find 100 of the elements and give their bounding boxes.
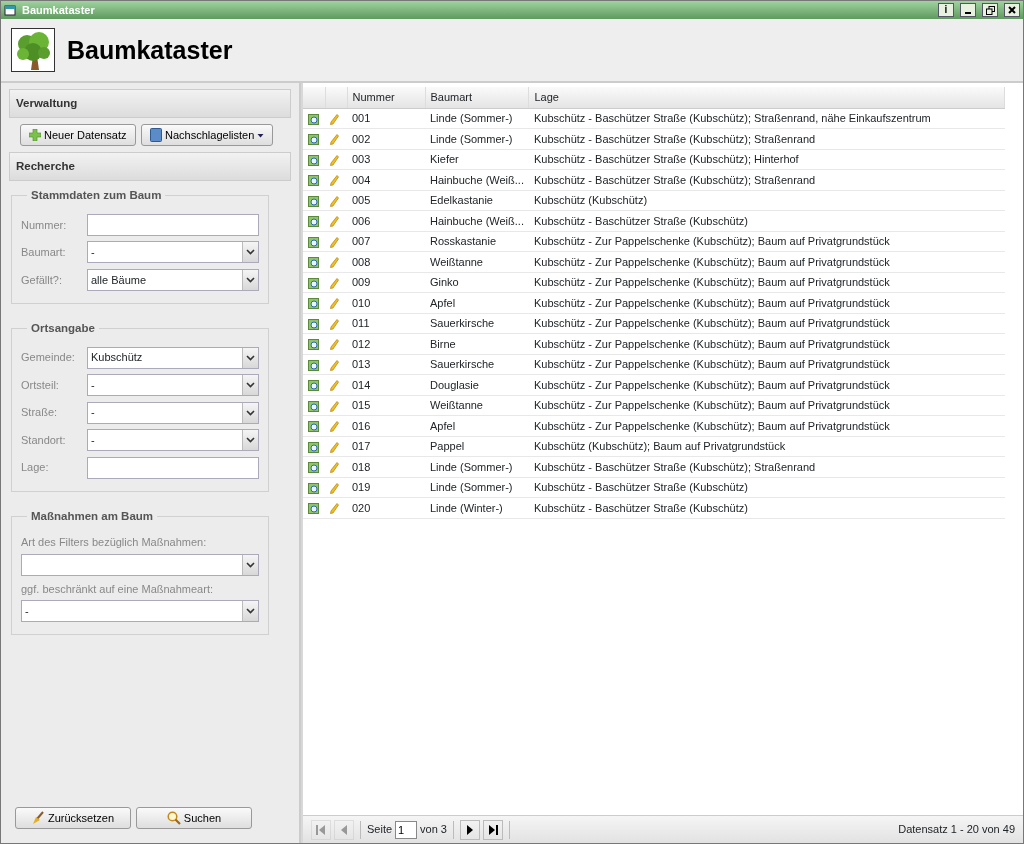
dropdown-field[interactable]: Kubschütz bbox=[87, 346, 259, 369]
table-cell: Kubschütz - Zur Pappelschenke (Kubschütz); Baum auf Privatgrundstück bbox=[528, 395, 1005, 416]
field-label: Standort: bbox=[21, 432, 67, 448]
pencil-icon bbox=[330, 318, 339, 330]
pencil-icon bbox=[330, 421, 339, 433]
column-header bbox=[325, 87, 347, 108]
pencil-icon bbox=[330, 113, 339, 125]
table-cell: Hainbuche (Weiß... bbox=[425, 210, 529, 231]
pencil-icon bbox=[330, 441, 339, 453]
dropdown-field[interactable]: - bbox=[87, 374, 259, 396]
view-record-icon bbox=[308, 277, 319, 289]
table-cell: Kubschütz - Baschützer Straße (Kubschütz) bbox=[528, 477, 1005, 498]
app-title: Baumkataster bbox=[67, 35, 233, 65]
table-cell: 016 bbox=[347, 415, 425, 436]
pencil-icon bbox=[330, 195, 339, 207]
table-cell: Kubschütz - Baschützer Straße (Kubschütz) bbox=[528, 210, 1005, 231]
table-cell: Linde (Sommer-) bbox=[425, 477, 529, 498]
table-cell: 004 bbox=[347, 169, 425, 190]
table-cell: 003 bbox=[347, 149, 425, 170]
table-cell: Sauerkirsche bbox=[425, 313, 529, 334]
table-cell: Kubschütz - Baschützer Straße (Kubschütz); Straßenrand, nähe Einkaufszentrum bbox=[528, 108, 1005, 129]
dropdown-field[interactable]: alle Bäume bbox=[87, 268, 259, 291]
dropdown-field[interactable]: - bbox=[21, 600, 259, 623]
table-cell: 002 bbox=[347, 128, 425, 149]
table-cell: Kubschütz - Zur Pappelschenke (Kubschütz); Baum auf Privatgrundstück bbox=[528, 415, 1005, 436]
view-record-icon bbox=[308, 503, 319, 515]
pencil-icon bbox=[330, 134, 339, 146]
caret-icon bbox=[257, 132, 265, 138]
info-button[interactable]: i bbox=[938, 3, 954, 17]
close-button[interactable] bbox=[1004, 3, 1020, 17]
view-record-icon bbox=[308, 421, 319, 433]
fieldset-title: Ortsangabe bbox=[30, 320, 96, 336]
pencil-icon bbox=[330, 482, 339, 494]
field-label: Baumart: bbox=[21, 245, 67, 260]
table-cell: Kubschütz (Kubschütz); Baum auf Privatgrundstück bbox=[528, 436, 1005, 457]
table-cell: 005 bbox=[347, 190, 425, 211]
window-icon bbox=[4, 4, 16, 16]
dropdown-field[interactable]: - bbox=[87, 241, 259, 264]
table-cell: Kubschütz - Baschützer Straße (Kubschütz); Straßenrand bbox=[528, 128, 1005, 149]
dropdown-field[interactable]: - bbox=[87, 401, 259, 424]
pencil-icon bbox=[330, 359, 339, 371]
table-cell: Linde (Winter-) bbox=[425, 497, 529, 518]
restore-button[interactable] bbox=[982, 3, 998, 17]
view-record-icon bbox=[308, 380, 319, 392]
record-summary: Datensatz 1 - 20 von 49 bbox=[898, 822, 1015, 838]
pencil-icon bbox=[330, 154, 339, 166]
book-icon bbox=[150, 128, 163, 142]
table-cell: Sauerkirsche bbox=[425, 354, 529, 375]
view-record-icon bbox=[308, 134, 319, 146]
table-cell: Kubschütz - Zur Pappelschenke (Kubschütz); Baum auf Privatgrundstück bbox=[528, 251, 1005, 272]
pencil-icon bbox=[330, 380, 339, 392]
page-input[interactable]: 1 bbox=[395, 820, 418, 839]
view-record-icon bbox=[308, 236, 319, 248]
table-cell: 013 bbox=[347, 354, 425, 375]
toolbar-button[interactable]: Neuer Datensatz bbox=[20, 123, 136, 147]
page-label: Seite bbox=[367, 822, 393, 838]
column-header: Baumart bbox=[425, 87, 529, 108]
column-header: Nummer bbox=[347, 87, 425, 108]
view-record-icon bbox=[308, 113, 319, 125]
table-cell: 008 bbox=[347, 251, 425, 272]
view-record-icon bbox=[308, 482, 319, 494]
table-cell: 012 bbox=[347, 333, 425, 354]
action-button[interactable]: Zurücksetzen bbox=[14, 806, 131, 829]
table-cell: 011 bbox=[347, 313, 425, 334]
table-cell: 017 bbox=[347, 436, 425, 457]
field-label: Gemeinde: bbox=[21, 350, 76, 366]
toolbar-button[interactable]: Nachschlagelisten bbox=[141, 123, 274, 147]
pencil-icon bbox=[330, 257, 339, 269]
view-record-icon bbox=[308, 318, 319, 330]
table-cell: Kubschütz - Baschützer Straße (Kubschütz); Straßenrand bbox=[528, 456, 1005, 477]
action-button[interactable]: Suchen bbox=[136, 806, 252, 829]
fieldset-title: Stammdaten zum Baum bbox=[30, 188, 163, 203]
field-label: ggf. beschränkt auf eine Maßnahmeart: bbox=[21, 582, 214, 597]
pencil-icon bbox=[330, 462, 339, 474]
page-count: von 3 bbox=[420, 822, 447, 838]
input-field[interactable] bbox=[87, 456, 259, 479]
table-cell: Kubschütz - Zur Pappelschenke (Kubschütz); Baum auf Privatgrundstück bbox=[528, 374, 1005, 395]
dropdown-field[interactable]: - bbox=[87, 429, 259, 451]
table-cell: Kubschütz - Zur Pappelschenke (Kubschütz); Baum auf Privatgrundstück bbox=[528, 354, 1005, 375]
input-field[interactable] bbox=[87, 213, 259, 236]
table-cell: Hainbuche (Weiß... bbox=[425, 169, 529, 190]
dropdown-field[interactable] bbox=[21, 553, 259, 576]
field-label: Art des Filters bezüglich Maßnahmen: bbox=[21, 535, 208, 551]
view-record-icon bbox=[308, 257, 319, 269]
table-cell: Birne bbox=[425, 333, 529, 354]
column-header: Lage bbox=[528, 87, 1005, 108]
table-cell: Pappel bbox=[425, 436, 529, 457]
next-page-button[interactable] bbox=[460, 819, 480, 840]
table-cell: Kubschütz - Zur Pappelschenke (Kubschütz); Baum auf Privatgrundstück bbox=[528, 292, 1005, 313]
view-record-icon bbox=[308, 175, 319, 187]
table-cell: Linde (Sommer-) bbox=[425, 456, 529, 477]
table-cell: 015 bbox=[347, 395, 425, 416]
plus-icon bbox=[29, 129, 41, 141]
table-cell: Ginko bbox=[425, 272, 529, 293]
table-cell: Apfel bbox=[425, 415, 529, 436]
pencil-icon bbox=[330, 236, 339, 248]
minimize-button[interactable] bbox=[960, 3, 976, 17]
last-page-button[interactable] bbox=[483, 819, 503, 840]
table-cell: 001 bbox=[347, 108, 425, 129]
table-cell: Edelkastanie bbox=[425, 190, 529, 211]
